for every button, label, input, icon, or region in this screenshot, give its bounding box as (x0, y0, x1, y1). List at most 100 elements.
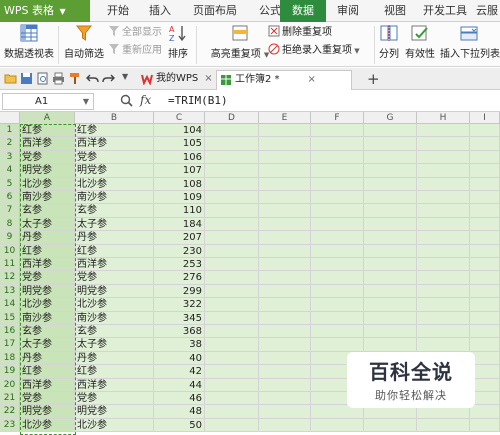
cell-c[interactable]: 108 (154, 177, 205, 191)
cell-a[interactable]: 太子参 (20, 338, 75, 352)
cell-c[interactable]: 104 (154, 124, 205, 138)
cell-b[interactable]: 党参 (75, 392, 154, 406)
empty-cell[interactable] (259, 177, 311, 191)
cell-c[interactable]: 105 (154, 137, 205, 151)
empty-cell[interactable] (311, 338, 364, 352)
cell-c[interactable]: 345 (154, 311, 205, 325)
row-header[interactable]: 16 (0, 325, 20, 339)
tab-developer[interactable]: 开发工具 (418, 0, 472, 22)
empty-cell[interactable] (470, 217, 500, 232)
reject-duplicates-button[interactable]: 拒绝录入重复项 ▼ (268, 43, 360, 59)
cell-b[interactable]: 玄参 (75, 204, 154, 218)
column-header-i[interactable]: I (470, 112, 500, 124)
empty-cell[interactable] (470, 231, 500, 245)
empty-cell[interactable] (205, 150, 259, 165)
empty-cell[interactable] (311, 217, 364, 232)
empty-cell[interactable] (311, 284, 364, 299)
empty-cell[interactable] (311, 191, 364, 205)
cell-a[interactable]: 党参 (20, 150, 75, 165)
empty-cell[interactable] (417, 150, 470, 165)
row-header[interactable]: 21 (0, 392, 20, 406)
tab-view[interactable]: 视图 (372, 0, 418, 22)
cell-a[interactable]: 明党参 (20, 405, 75, 419)
empty-cell[interactable] (311, 244, 364, 258)
new-tab-button[interactable]: + (367, 70, 380, 88)
cell-a[interactable]: 丹参 (20, 351, 75, 366)
pivot-table-button[interactable]: 数据透视表 (4, 24, 54, 60)
empty-cell[interactable] (311, 325, 364, 339)
cell-a[interactable]: 明党参 (20, 164, 75, 178)
close-tab-icon[interactable]: × (204, 73, 212, 84)
column-header-b[interactable]: B (75, 112, 154, 124)
cell-c[interactable]: 42 (154, 365, 205, 379)
empty-cell[interactable] (470, 338, 500, 352)
empty-cell[interactable] (259, 405, 311, 419)
customize-dropdown-icon[interactable]: ▼ (122, 72, 128, 81)
empty-cell[interactable] (259, 392, 311, 406)
column-header-f[interactable]: F (311, 112, 364, 124)
empty-cell[interactable] (311, 271, 364, 285)
cell-a[interactable]: 明党参 (20, 284, 75, 299)
empty-cell[interactable] (470, 177, 500, 191)
empty-cell[interactable] (470, 124, 500, 138)
row-header[interactable]: 3 (0, 150, 20, 165)
empty-cell[interactable] (259, 204, 311, 218)
empty-cell[interactable] (311, 204, 364, 218)
empty-cell[interactable] (470, 325, 500, 339)
empty-cell[interactable] (417, 258, 470, 272)
empty-cell[interactable] (470, 298, 500, 312)
cell-c[interactable]: 106 (154, 150, 205, 165)
row-header[interactable]: 17 (0, 338, 20, 352)
empty-cell[interactable] (417, 217, 470, 232)
empty-cell[interactable] (364, 217, 417, 232)
cell-b[interactable]: 太子参 (75, 338, 154, 352)
cell-a[interactable]: 玄参 (20, 204, 75, 218)
cell-b[interactable]: 明党参 (75, 284, 154, 299)
empty-cell[interactable] (417, 177, 470, 191)
show-all-button[interactable]: 全部显示 (108, 25, 162, 41)
cell-a[interactable]: 北沙参 (20, 418, 75, 433)
highlight-duplicates-button[interactable]: 高亮重复项 ▼ (208, 24, 272, 60)
empty-cell[interactable] (205, 365, 259, 379)
cell-b[interactable]: 明党参 (75, 164, 154, 178)
row-header[interactable]: 1 (0, 124, 20, 138)
insert-function-button[interactable]: fx (140, 93, 151, 107)
empty-cell[interactable] (470, 405, 500, 419)
close-tab-icon[interactable]: × (308, 74, 316, 85)
empty-cell[interactable] (311, 418, 364, 433)
cell-a[interactable]: 南沙参 (20, 191, 75, 205)
cell-a[interactable]: 南沙参 (20, 311, 75, 325)
tab-review[interactable]: 审阅 (326, 0, 370, 22)
row-header[interactable]: 20 (0, 378, 20, 392)
empty-cell[interactable] (205, 258, 259, 272)
empty-cell[interactable] (470, 204, 500, 218)
empty-cell[interactable] (311, 258, 364, 272)
cell-a[interactable]: 丹参 (20, 231, 75, 245)
empty-cell[interactable] (364, 204, 417, 218)
validity-button[interactable]: 有效性 (404, 24, 436, 60)
save-icon[interactable] (20, 72, 33, 85)
empty-cell[interactable] (417, 244, 470, 258)
select-all-corner[interactable] (0, 112, 20, 124)
empty-cell[interactable] (205, 351, 259, 366)
empty-cell[interactable] (364, 164, 417, 178)
empty-cell[interactable] (311, 150, 364, 165)
empty-cell[interactable] (205, 311, 259, 325)
empty-cell[interactable] (259, 164, 311, 178)
cell-b[interactable]: 丹参 (75, 351, 154, 366)
empty-cell[interactable] (364, 137, 417, 151)
empty-cell[interactable] (417, 418, 470, 433)
row-header[interactable]: 8 (0, 217, 20, 232)
empty-cell[interactable] (205, 405, 259, 419)
empty-cell[interactable] (205, 177, 259, 191)
empty-cell[interactable] (364, 231, 417, 245)
row-header[interactable]: 23 (0, 418, 20, 433)
cell-b[interactable]: 党参 (75, 150, 154, 165)
split-columns-button[interactable]: 分列 (378, 24, 400, 60)
column-header-c[interactable]: C (154, 112, 205, 124)
empty-cell[interactable] (311, 177, 364, 191)
cell-a[interactable]: 党参 (20, 392, 75, 406)
empty-cell[interactable] (470, 284, 500, 299)
empty-cell[interactable] (259, 124, 311, 138)
empty-cell[interactable] (364, 150, 417, 165)
